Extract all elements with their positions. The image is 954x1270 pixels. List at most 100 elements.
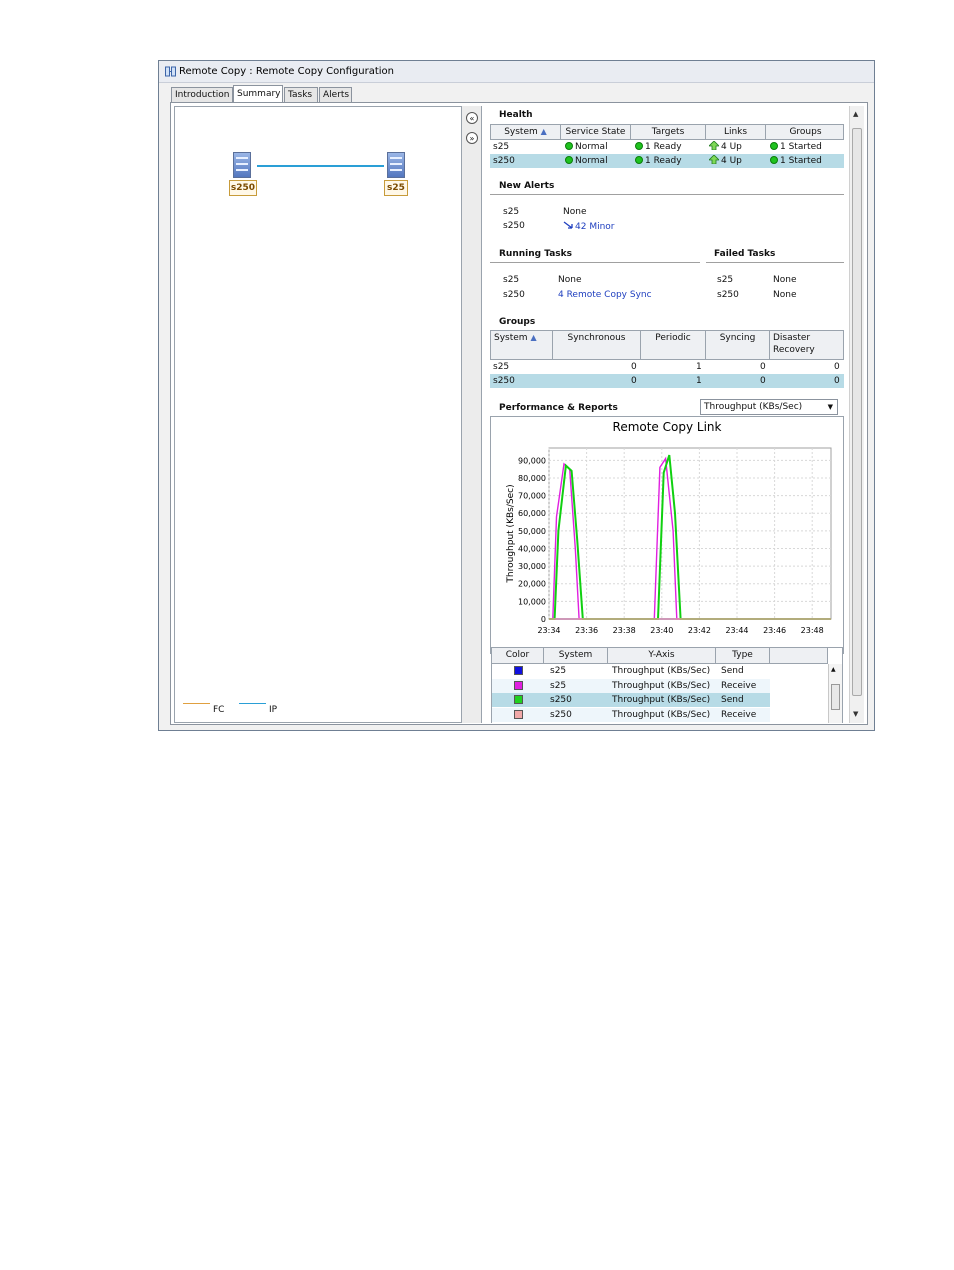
status-ok-icon xyxy=(635,142,643,150)
legend-scrollbar[interactable]: ▲ xyxy=(828,664,842,723)
y-axis-label: Throughput (KBs/Sec) xyxy=(506,484,516,583)
table-row[interactable]: s25 Throughput (KBs/Sec) Receive xyxy=(492,678,770,693)
pane-splitter[interactable]: « » xyxy=(462,106,482,723)
groups-table-header: System ▲ Synchronous Periodic Syncing Di… xyxy=(490,330,844,360)
running-tasks-link[interactable]: 4 Remote Copy Sync xyxy=(558,290,652,300)
y-tick-label: 50,000 xyxy=(518,527,546,536)
col-disaster-recovery[interactable]: Disaster Recovery xyxy=(770,331,845,359)
scroll-thumb[interactable] xyxy=(831,684,840,710)
storage-system-icon xyxy=(387,152,405,178)
remote-copy-icon xyxy=(165,66,176,77)
minor-alerts-link[interactable]: 42 Minor xyxy=(563,221,615,232)
col-system[interactable]: System ▲ xyxy=(491,125,561,139)
col-groups[interactable]: Groups xyxy=(766,125,845,139)
table-row[interactable]: s250 Throughput (KBs/Sec) Receive xyxy=(492,707,770,722)
metric-select[interactable]: Throughput (KBs/Sec) ▼ xyxy=(700,399,838,415)
tab-tasks[interactable]: Tasks xyxy=(284,87,318,102)
scroll-down-icon[interactable]: ▼ xyxy=(853,710,858,718)
x-tick-label: 23:38 xyxy=(613,626,636,635)
failed-tasks-heading: Failed Tasks xyxy=(714,249,776,259)
task-value: None xyxy=(773,275,797,285)
table-row[interactable]: s25 0 1 0 0 xyxy=(490,360,844,374)
sort-asc-icon: ▲ xyxy=(540,127,547,136)
x-tick-label: 23:34 xyxy=(537,626,560,635)
summary-panel: s250 s25 FC IP « » Health System ▲ Servi… xyxy=(170,102,868,725)
y-tick-label: 80,000 xyxy=(518,474,546,483)
series-color-swatch xyxy=(514,709,523,719)
expand-right-icon[interactable]: » xyxy=(466,132,478,144)
col-periodic[interactable]: Periodic xyxy=(641,331,706,359)
remote-copy-window: Remote Copy : Remote Copy Configuration … xyxy=(158,60,875,731)
scroll-up-icon: ▲ xyxy=(831,666,836,673)
topology-view: s250 s25 FC IP xyxy=(174,106,462,723)
series-color-swatch xyxy=(514,695,523,704)
storage-system-icon xyxy=(233,152,251,178)
throughput-chart: Remote Copy Link 0 10,000 20,000 30,000 40,00… xyxy=(506,420,832,635)
table-row[interactable]: s250 Normal 1 Ready 4 Up 1 Started xyxy=(490,154,844,168)
table-row[interactable]: s250 Throughput (KBs/Sec) Send xyxy=(492,693,770,707)
node-label: s250 xyxy=(229,180,257,196)
table-row[interactable]: s25 Normal 1 Ready 4 Up 1 Started xyxy=(490,140,844,154)
task-system-label: s25 xyxy=(503,275,520,285)
x-tick-label: 23:48 xyxy=(801,626,824,635)
table-row[interactable]: s25 Throughput (KBs/Sec) Send xyxy=(492,664,770,678)
status-ok-icon xyxy=(565,142,573,150)
chevron-down-icon: ▼ xyxy=(827,403,833,411)
node-s250[interactable]: s250 xyxy=(229,152,257,202)
collapse-left-icon[interactable]: « xyxy=(466,112,478,124)
col-type[interactable]: Type xyxy=(716,648,770,663)
tab-introduction[interactable]: Introduction xyxy=(171,87,233,102)
link-up-arrow-icon xyxy=(709,155,719,164)
y-tick-label: 70,000 xyxy=(518,492,546,501)
alert-value: None xyxy=(563,207,587,217)
col-service-state[interactable]: Service State xyxy=(561,125,631,139)
col-system[interactable]: System ▲ xyxy=(491,331,553,359)
ip-legend-line xyxy=(239,703,266,704)
vertical-scrollbar[interactable]: ▲ ▼ xyxy=(849,106,864,723)
series-color-swatch xyxy=(514,680,523,690)
plot-area xyxy=(548,447,832,620)
new-alerts-heading: New Alerts xyxy=(499,181,555,191)
y-tick-label: 90,000 xyxy=(518,456,546,465)
groups-heading: Groups xyxy=(499,317,536,327)
col-system[interactable]: System xyxy=(544,648,608,663)
node-s25[interactable]: s25 xyxy=(383,152,409,202)
task-value: None xyxy=(773,290,797,300)
status-ok-icon xyxy=(770,142,778,150)
minor-alert-arrow-icon xyxy=(563,221,573,229)
y-tick-label: 60,000 xyxy=(518,509,546,518)
col-syncing[interactable]: Syncing xyxy=(706,331,770,359)
x-tick-label: 23:44 xyxy=(725,626,748,635)
col-synchronous[interactable]: Synchronous xyxy=(553,331,641,359)
col-links[interactable]: Links xyxy=(706,125,766,139)
x-tick-label: 23:46 xyxy=(763,626,786,635)
scroll-up-icon[interactable]: ▲ xyxy=(853,110,858,118)
task-system-label: s25 xyxy=(717,275,734,285)
status-ok-icon xyxy=(635,156,643,164)
tab-alerts[interactable]: Alerts xyxy=(319,87,352,102)
performance-heading: Performance & Reports xyxy=(499,403,618,413)
task-system-label: s250 xyxy=(717,290,739,300)
col-y-axis[interactable]: Y-Axis xyxy=(608,648,716,663)
x-tick-label: 23:36 xyxy=(575,626,598,635)
window-title: Remote Copy : Remote Copy Configuration xyxy=(179,66,394,77)
link-up-arrow-icon xyxy=(709,141,719,150)
alert-system-label: s25 xyxy=(503,207,520,217)
health-heading: Health xyxy=(499,110,533,120)
alert-system-label: s250 xyxy=(503,221,525,231)
ip-link-line[interactable] xyxy=(257,165,384,167)
tab-summary[interactable]: Summary xyxy=(233,85,283,103)
chart-legend-table: Color System Y-Axis Type s25 Throughput (… xyxy=(491,647,843,723)
x-tick-label: 23:42 xyxy=(688,626,711,635)
col-color[interactable]: Color xyxy=(492,648,544,663)
title-bar: Remote Copy : Remote Copy Configuration xyxy=(159,61,874,83)
col-targets[interactable]: Targets xyxy=(631,125,706,139)
remote-copy-link-chart: Remote Copy Link 0 10,000 20,000 30,000 40,00… xyxy=(490,416,844,654)
summary-details: Health System ▲ Service State Targets Li… xyxy=(483,106,851,723)
chart-title: Remote Copy Link xyxy=(613,420,722,434)
table-row[interactable]: s250 0 1 0 0 xyxy=(490,374,844,388)
scroll-thumb[interactable] xyxy=(852,128,862,696)
y-tick-label: 10,000 xyxy=(518,597,546,606)
task-system-label: s250 xyxy=(503,290,525,300)
x-tick-label: 23:40 xyxy=(650,626,673,635)
